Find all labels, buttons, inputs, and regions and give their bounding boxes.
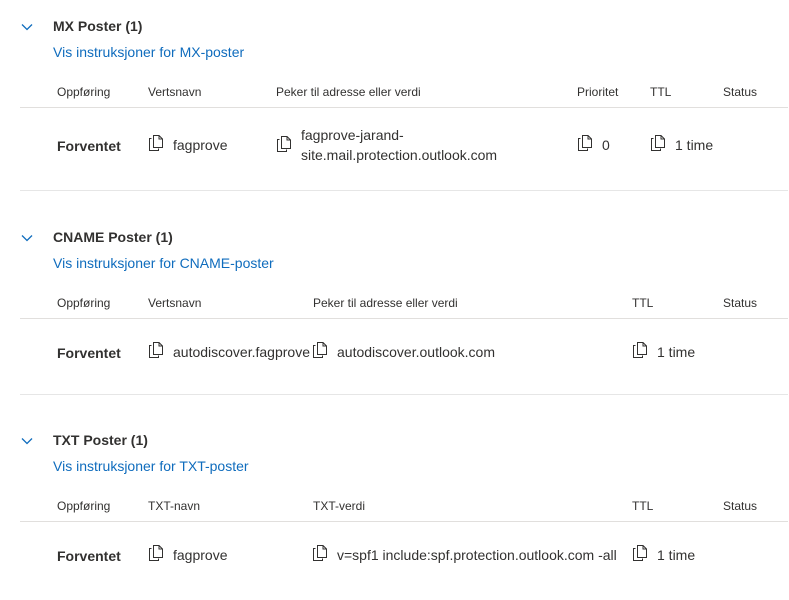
copy-icon[interactable] (149, 545, 163, 561)
chevron-down-icon[interactable] (21, 435, 33, 447)
copy-icon[interactable] (313, 545, 327, 561)
txt-records-section: TXT Poster (1) Vis instruksjoner for TXT… (0, 0, 789, 600)
ttl-value: 1 time (657, 547, 696, 563)
copy-icon[interactable] (633, 545, 647, 561)
name-copy[interactable]: fagprove (149, 545, 227, 565)
section-title: TXT Poster (1) (53, 432, 148, 448)
txt-value: v=spf1 include:spf.protection.outlook.co… (337, 547, 617, 563)
value-copy[interactable]: v=spf1 include:spf.protection.outlook.co… (313, 545, 617, 565)
header-divider (20, 521, 788, 522)
name-value: fagprove (173, 547, 228, 563)
column-header-name: TXT-navn (148, 499, 201, 513)
column-header-entry: Oppføring (57, 499, 111, 513)
entry-cell: Forventet (57, 548, 121, 564)
column-header-ttl: TTL (632, 499, 654, 513)
ttl-copy[interactable]: 1 time (633, 545, 695, 565)
column-header-value: TXT-verdi (313, 499, 366, 513)
column-header-status: Status (723, 499, 758, 513)
txt-instructions-link[interactable]: Vis instruksjoner for TXT-poster (53, 458, 249, 474)
